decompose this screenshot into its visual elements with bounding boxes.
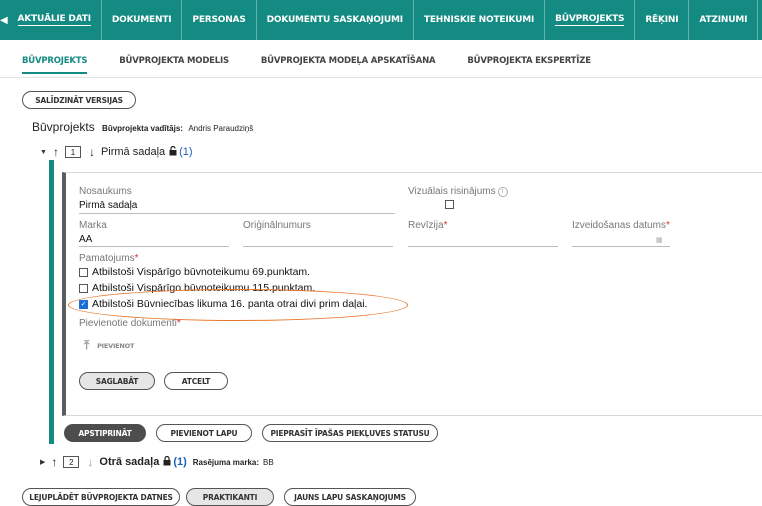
mark-input[interactable]: AA — [79, 234, 92, 245]
revision-label: Revīzija* — [408, 220, 448, 231]
page-title: Būvprojekts — [32, 120, 95, 134]
nav-item-technical-conditions[interactable]: TEHNISKIE NOTEIKUMI — [414, 0, 546, 40]
section-2-title: Otrā sadaļa — [99, 456, 160, 468]
drawing-mark: Rasējuma marka: BB — [192, 457, 274, 467]
tabs-divider — [0, 77, 762, 78]
created-date-input[interactable] — [572, 246, 670, 247]
upload-button[interactable]: ⤒ PIEVIENOT — [84, 338, 134, 353]
lock-open-icon — [169, 145, 177, 159]
arrow-down-icon[interactable]: ↓ — [89, 145, 95, 159]
original-number-input[interactable] — [243, 246, 393, 247]
nav-item-persons[interactable]: PERSONAS — [182, 0, 257, 40]
section-order-input[interactable]: 2 — [63, 456, 80, 468]
top-navigation: ◀ AKTUĀLIE DATI DOKUMENTI PERSONAS DOKUM… — [0, 0, 762, 40]
project-header: Būvprojekts Būvprojekta vadītājs: Andris… — [32, 120, 253, 134]
arrow-up-icon[interactable]: ↑ — [53, 145, 59, 159]
info-icon[interactable]: i — [497, 187, 508, 197]
trainees-button[interactable]: PRAKTIKANTI — [186, 488, 274, 506]
caret-left-icon[interactable]: ◀ — [0, 0, 8, 40]
save-button[interactable]: SAGLABĀT — [79, 372, 155, 390]
section-2-count[interactable]: (1) — [173, 456, 186, 468]
approve-button[interactable]: APSTIPRINĀT — [64, 424, 146, 442]
arrow-down-icon[interactable]: ↓ — [87, 455, 93, 469]
mark-input-underline — [79, 246, 229, 247]
sub-tabs: BŪVPROJEKTS BŪVPROJEKTA MODELIS BŪVPROJE… — [22, 56, 623, 74]
basis-option-115-checkbox[interactable] — [79, 283, 88, 293]
add-page-button[interactable]: PIEVIENOT LAPU — [156, 424, 252, 442]
section-order-input[interactable]: 1 — [64, 146, 81, 158]
attached-documents-label: Pievienotie dokumenti* — [79, 318, 181, 329]
nav-item-opinions[interactable]: ATZINUMI — [689, 0, 759, 40]
section-1-header: ▼ ↑ 1 ↓ Pirmā sadaļa (1) — [40, 144, 193, 160]
mark-label: Marka — [79, 220, 107, 231]
section-1-title: Pirmā sadaļa — [100, 146, 166, 158]
basis-option-69-label: Atbilstoši Vispārīgo būvnoteikumu 69.pun… — [92, 266, 311, 278]
tab-project-model-view[interactable]: BŪVPROJEKTA MODEĻA APSKATĪŠANA — [261, 56, 436, 74]
tab-project[interactable]: BŪVPROJEKTS — [22, 56, 87, 74]
visual-solution-checkbox[interactable] — [445, 200, 454, 209]
lock-icon — [163, 455, 171, 469]
section-1-count[interactable]: (1) — [179, 146, 192, 158]
download-files-button[interactable]: LEJUPLĀDĒT BŪVPROJEKTA DATNES — [22, 488, 180, 506]
name-input-underline — [79, 213, 395, 214]
nav-item-construction-project[interactable]: BŪVPROJEKTS — [545, 0, 636, 40]
nav-item-invoices[interactable]: RĒĶINI — [635, 0, 690, 40]
tab-project-expertise[interactable]: BŪVPROJEKTA EKSPERTĪZE — [467, 56, 591, 74]
collapse-triangle-icon[interactable]: ▼ — [40, 149, 47, 156]
basis-label: Pamatojums* — [79, 253, 139, 264]
basis-option-69-checkbox[interactable] — [79, 267, 88, 277]
new-page-approval-button[interactable]: JAUNS LAPU SASKAŅOJUMS — [284, 488, 416, 506]
expand-triangle-icon[interactable]: ▶ — [40, 458, 45, 466]
highlight-annotation — [68, 289, 408, 321]
revision-input[interactable] — [408, 246, 558, 247]
cancel-button[interactable]: ATCELT — [164, 372, 228, 390]
original-number-label: Oriģinālnumurs — [243, 220, 311, 231]
name-label: Nosaukums — [79, 186, 132, 197]
compare-versions-button[interactable]: SALĪDZINĀT VERSIJAS — [22, 91, 136, 109]
basis-option-69[interactable]: Atbilstoši Vispārīgo būvnoteikumu 69.pun… — [79, 266, 310, 278]
tab-project-model[interactable]: BŪVPROJEKTA MODELIS — [119, 56, 229, 74]
visual-solution-label: Vizuālais risinājums i — [408, 186, 508, 197]
nav-item-document-approvals[interactable]: DOKUMENTU SASKAŅOJUMI — [257, 0, 414, 40]
section-2-header: ▶ ↑ 2 ↓ Otrā sadaļa (1) Rasējuma marka: B… — [40, 454, 274, 470]
manager-label: Būvprojekta vadītājs: — [102, 124, 183, 133]
manager-name: Andris Paraudziņš — [188, 124, 254, 133]
request-access-button[interactable]: PIEPRASĪT ĪPAŠAS PIEKĻUVES STATUSU — [262, 424, 438, 442]
upload-label: PIEVIENOT — [97, 341, 135, 350]
calendar-icon[interactable]: ▦ — [656, 236, 663, 244]
name-input[interactable]: Pirmā sadaļa — [79, 200, 137, 211]
created-date-label: Izveidošanas datums* — [572, 220, 670, 231]
upload-icon: ⤒ — [84, 338, 90, 352]
nav-item-current-data[interactable]: AKTUĀLIE DATI — [8, 0, 102, 40]
nav-item-documents[interactable]: DOKUMENTI — [102, 0, 183, 40]
nav-item-overflow[interactable]: E — [758, 0, 762, 40]
arrow-up-icon[interactable]: ↑ — [51, 455, 57, 469]
section-1-accent-bar — [49, 160, 54, 444]
